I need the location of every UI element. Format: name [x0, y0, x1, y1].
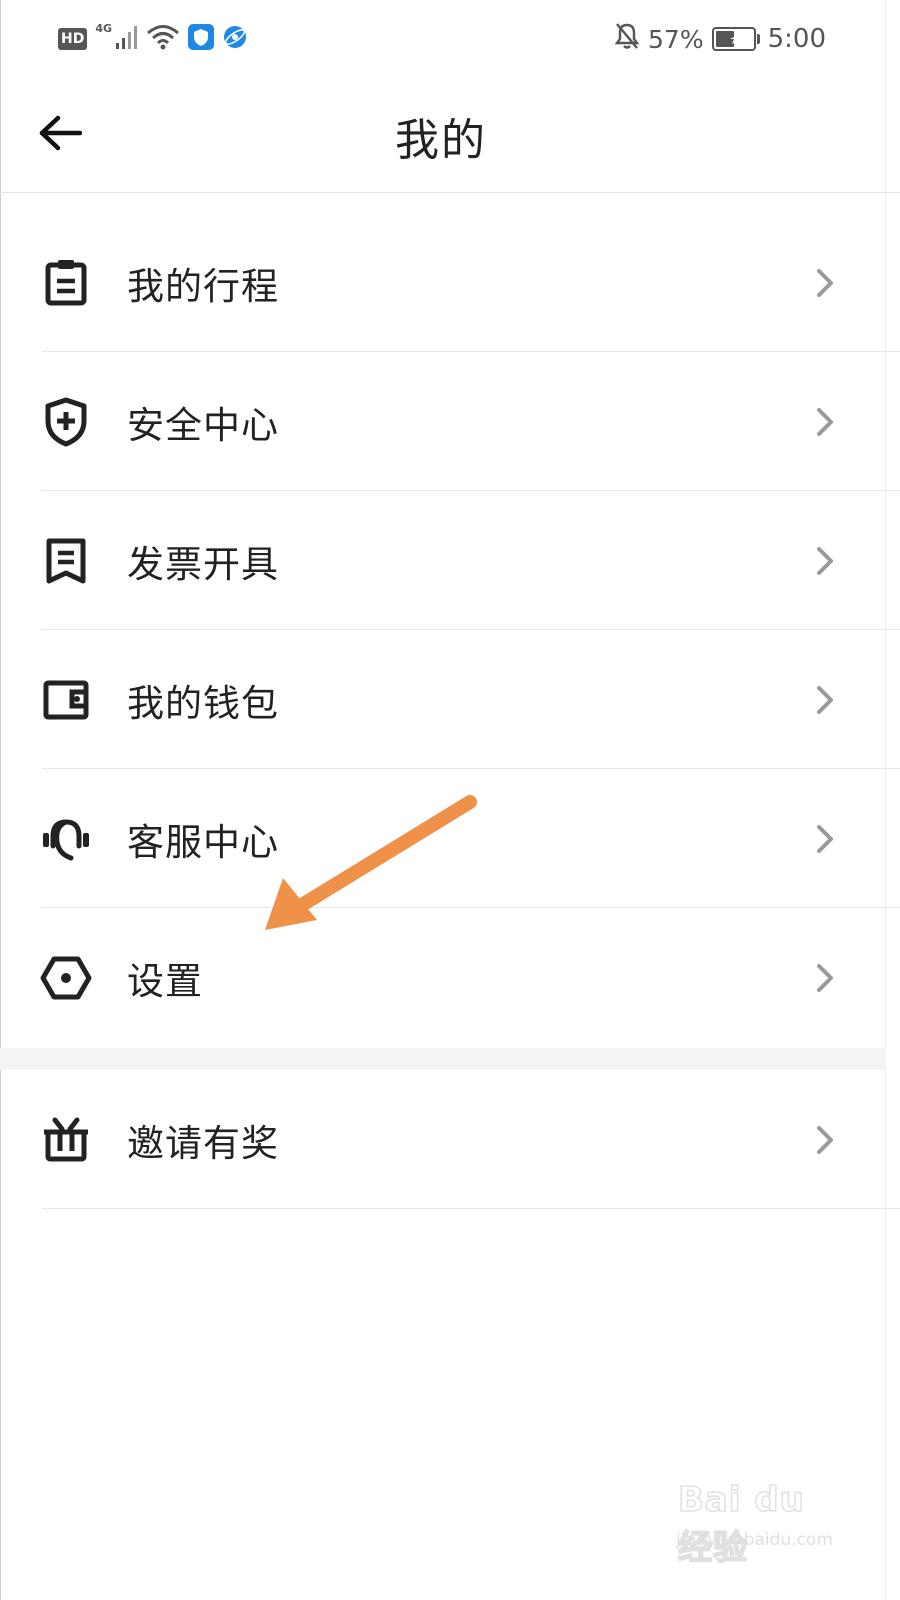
- menu-item-trips[interactable]: 我的行程: [0, 213, 900, 352]
- chevron-right-icon: [810, 819, 840, 859]
- chevron-right-icon: [810, 1120, 840, 1160]
- headset-icon: [40, 813, 92, 865]
- battery-percent: 57%: [648, 24, 704, 54]
- page-header: 我的: [0, 78, 900, 193]
- battery-charging-icon: [711, 27, 760, 51]
- annotation-arrow: [265, 795, 477, 930]
- menu-label: 设置: [127, 959, 203, 1003]
- menu-label: 发票开具: [127, 542, 279, 586]
- menu-item-safety-center[interactable]: 安全中心: [0, 352, 900, 491]
- menu-item-invite-reward[interactable]: 邀请有奖: [0, 1070, 900, 1209]
- status-bar-right: 57% 5:00: [614, 20, 826, 58]
- shield-app-icon: [188, 24, 215, 54]
- hexagon-settings-icon: [40, 952, 92, 1004]
- network-type: 4G: [95, 22, 113, 35]
- receipt-icon: [40, 535, 92, 587]
- baidu-watermark-logo: Bai du 经验 jingyan.baidu.com: [670, 1470, 850, 1569]
- menu-label: 安全中心: [127, 403, 279, 447]
- menu-item-wallet[interactable]: 我的钱包: [0, 630, 900, 769]
- menu-label: 我的钱包: [127, 681, 279, 725]
- watermark-text: Bai du 经验: [677, 1479, 805, 1569]
- clipboard-icon: [40, 257, 92, 309]
- signal-icon: [116, 25, 138, 53]
- watermark-url: jingyan.baidu.com: [676, 1530, 833, 1550]
- chevron-right-icon: [810, 958, 840, 998]
- status-bar-left: HD 4G: [58, 22, 248, 56]
- menu-label: 我的行程: [127, 264, 279, 308]
- shield-plus-icon: [40, 396, 92, 448]
- wifi-icon: [146, 24, 180, 54]
- wallet-icon: [40, 674, 92, 726]
- hd-badge: HD: [58, 28, 88, 50]
- status-bar: HD 4G 57% 5:00: [0, 0, 900, 78]
- menu-label: 邀请有奖: [127, 1121, 279, 1165]
- menu-item-invoice[interactable]: 发票开具: [0, 491, 900, 630]
- chevron-right-icon: [810, 680, 840, 720]
- clock: 5:00: [767, 24, 826, 54]
- chevron-right-icon: [810, 402, 840, 442]
- section-separator: [0, 1048, 886, 1070]
- chevron-right-icon: [810, 541, 840, 581]
- divider: [42, 1208, 900, 1209]
- chevron-right-icon: [810, 263, 840, 303]
- menu-group-promo: 邀请有奖: [0, 1070, 900, 1209]
- bell-off-icon: [614, 22, 640, 57]
- page-title: 我的: [395, 115, 487, 166]
- browser-app-icon: [222, 24, 248, 54]
- gift-icon: [40, 1114, 92, 1166]
